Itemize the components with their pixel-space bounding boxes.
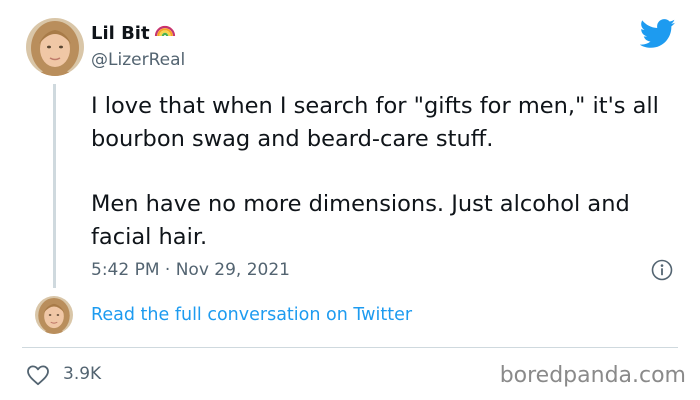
- tweet-timestamp[interactable]: 5:42 PM · Nov 29, 2021: [91, 259, 290, 281]
- tweet-paragraph: I love that when I search for "gifts for…: [91, 93, 659, 152]
- thread-line: [53, 84, 56, 288]
- author-handle[interactable]: @LizerReal: [91, 49, 185, 71]
- author-display-name[interactable]: Lil Bit: [91, 23, 176, 45]
- watermark: boredpanda.com: [499, 363, 686, 388]
- divider: [22, 347, 678, 348]
- likes-count[interactable]: 3.9K: [63, 363, 101, 385]
- avatar[interactable]: [35, 296, 73, 334]
- tweet-paragraph: Men have no more dimensions. Just alcoho…: [91, 191, 630, 250]
- tweet-text: I love that when I search for "gifts for…: [91, 90, 671, 254]
- avatar[interactable]: [26, 18, 84, 76]
- author-name-text[interactable]: Lil Bit: [91, 23, 150, 44]
- rainbow-icon: [154, 21, 176, 43]
- info-icon[interactable]: [651, 259, 673, 281]
- embedded-tweet-card: Lil Bit @LizerReal I love that when I se…: [0, 0, 700, 400]
- heart-icon[interactable]: [26, 364, 50, 386]
- twitter-bird-icon[interactable]: [639, 19, 676, 49]
- read-conversation-link[interactable]: Read the full conversation on Twitter: [91, 304, 412, 326]
